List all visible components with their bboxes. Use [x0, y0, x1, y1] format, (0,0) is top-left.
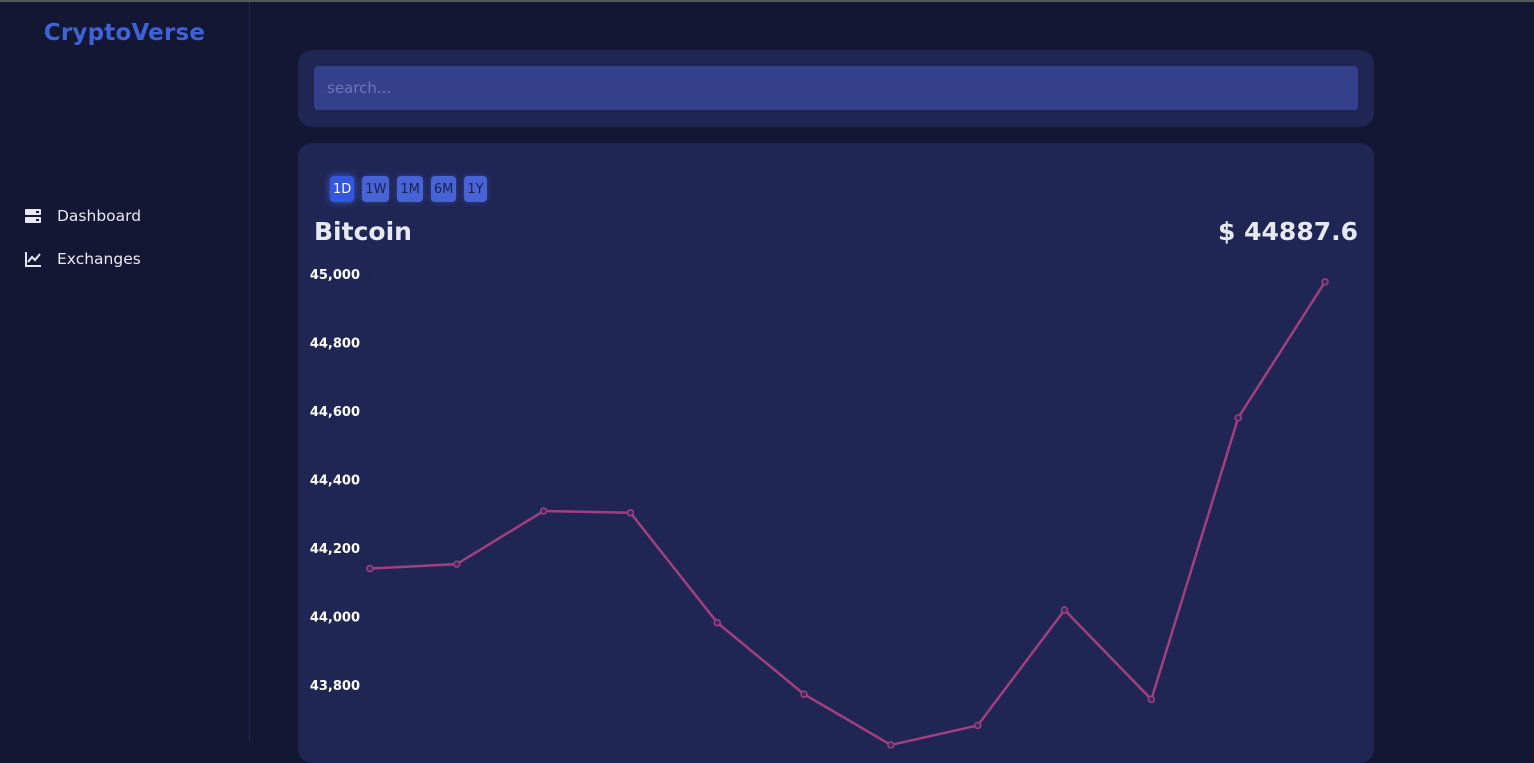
brand-logo[interactable]: CryptoVerse	[0, 20, 249, 46]
sidebar-item-label: Dashboard	[57, 207, 142, 225]
search-input[interactable]	[314, 66, 1358, 110]
line-chart-icon	[24, 250, 42, 268]
y-tick-label: 44,200	[310, 542, 360, 557]
y-tick-label: 45,000	[310, 268, 360, 283]
data-point[interactable]	[713, 618, 722, 627]
sidebar-item-exchanges[interactable]: Exchanges	[24, 247, 141, 271]
data-point[interactable]	[1321, 278, 1329, 286]
data-point[interactable]	[887, 741, 895, 749]
data-point[interactable]	[366, 564, 374, 573]
y-tick-label: 44,800	[310, 337, 360, 352]
y-tick-label: 43,800	[310, 679, 360, 694]
data-point[interactable]	[1060, 606, 1069, 614]
dashboard-icon	[24, 207, 42, 225]
data-point[interactable]	[539, 507, 548, 515]
sidebar-item-label: Exchanges	[57, 250, 141, 268]
y-tick-label: 44,400	[310, 474, 360, 489]
data-point[interactable]	[453, 560, 461, 568]
chart-card: 1D 1W 1M 6M 1Y Bitcoin $ 44887.6 45,000 4…	[298, 143, 1374, 763]
data-point[interactable]	[973, 721, 982, 730]
y-tick-label: 44,000	[310, 611, 360, 626]
data-point[interactable]	[1147, 695, 1156, 704]
price-series-line	[369, 281, 1327, 747]
sidebar-item-dashboard[interactable]: Dashboard	[24, 204, 141, 228]
y-tick-label: 44,600	[310, 405, 360, 420]
main-content: 1D 1W 1M 6M 1Y Bitcoin $ 44887.6 45,0004…	[250, 2, 1534, 763]
price-line-chart: 45,000 44,800 44,600 44,400 44,200 44,000 43,8…	[310, 268, 1329, 763]
data-point[interactable]	[800, 690, 808, 698]
data-point[interactable]	[1234, 414, 1242, 422]
sidebar: CryptoVerse Dashboard Exchanges	[0, 2, 250, 741]
data-point[interactable]	[626, 508, 635, 517]
search-card	[298, 50, 1374, 127]
